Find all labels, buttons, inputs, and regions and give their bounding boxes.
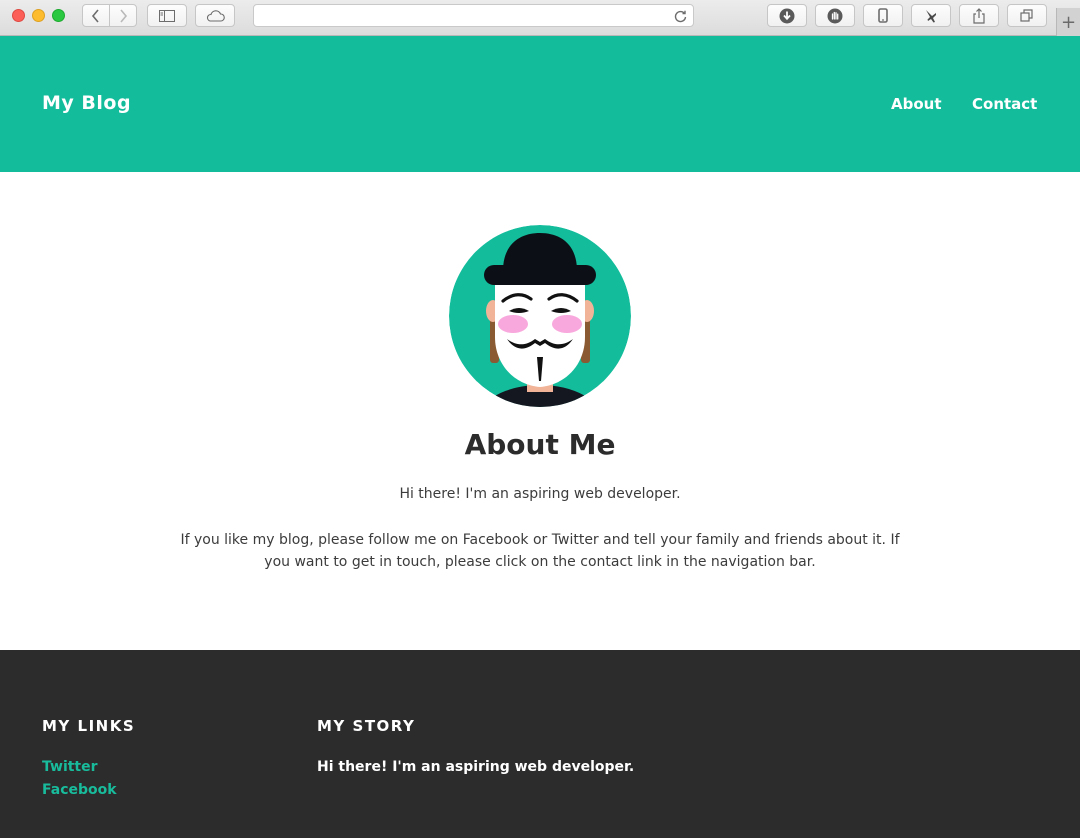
my-links-heading: MY LINKS — [42, 717, 136, 735]
plus-icon: + — [1060, 11, 1077, 33]
download-icon — [779, 8, 795, 23]
hand-stop-icon — [827, 8, 843, 23]
cloud-icon — [206, 9, 225, 22]
story-text: Hi there! I'm an aspiring web developer. — [317, 759, 635, 775]
twitter-link[interactable]: Twitter — [42, 759, 98, 775]
sidebar-icon — [159, 9, 175, 22]
followup-text: If you like my blog, please follow me on… — [180, 532, 900, 570]
tab-overview-button[interactable] — [1007, 4, 1047, 27]
masked-avatar-icon — [449, 225, 631, 407]
history-buttons — [82, 4, 138, 27]
intro-text: Hi there! I'm an aspiring web developer. — [399, 486, 681, 502]
reload-icon[interactable] — [674, 9, 687, 23]
extension-button[interactable] — [911, 4, 951, 27]
site-footer: MY LINKS Twitter Facebook MY STORY Hi th… — [0, 650, 1080, 838]
about-section: About Me Hi there! I'm an aspiring web d… — [0, 172, 1080, 650]
sidebar-toggle-button[interactable] — [147, 4, 187, 27]
minimize-window-button[interactable] — [32, 9, 45, 22]
share-button[interactable] — [959, 4, 999, 27]
ad-blocker-button[interactable] — [815, 4, 855, 27]
address-bar[interactable] — [253, 4, 694, 27]
forward-button[interactable] — [109, 4, 137, 27]
facebook-link[interactable]: Facebook — [42, 782, 117, 798]
phone-icon — [878, 7, 888, 23]
share-icon — [973, 7, 985, 24]
close-window-button[interactable] — [12, 9, 25, 22]
maximize-window-button[interactable] — [52, 9, 65, 22]
page-title: About Me — [464, 428, 616, 461]
device-button[interactable] — [863, 4, 903, 27]
extension-icon — [926, 9, 936, 22]
my-story-heading: MY STORY — [317, 717, 416, 735]
back-button[interactable] — [82, 4, 110, 27]
downloads-button[interactable] — [767, 4, 807, 27]
new-tab-button[interactable]: + — [1056, 8, 1080, 36]
site-brand[interactable]: My Blog — [42, 92, 131, 114]
nav-link-about[interactable]: About — [891, 95, 942, 113]
chevron-left-icon — [91, 8, 99, 23]
nav-link-contact[interactable]: Contact — [972, 95, 1037, 113]
site-header: My Blog About Contact — [0, 36, 1080, 172]
icloud-tabs-button[interactable] — [195, 4, 235, 27]
tabs-icon — [1020, 8, 1033, 22]
browser-toolbar: + — [0, 0, 1080, 36]
chevron-right-icon — [120, 8, 128, 23]
